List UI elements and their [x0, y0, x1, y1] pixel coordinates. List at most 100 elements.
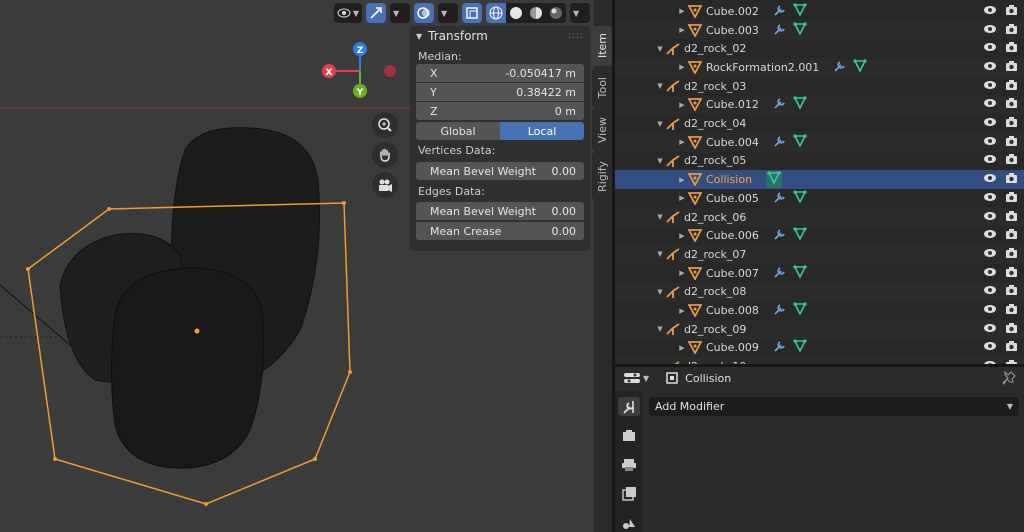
modifier-indicator[interactable]: [773, 265, 787, 282]
outliner-row[interactable]: ▶ Cube.007: [615, 264, 1024, 283]
visibility-toggle[interactable]: [983, 136, 997, 149]
render-toggle[interactable]: [1005, 228, 1018, 243]
tab-view[interactable]: View: [592, 110, 612, 150]
mesh-data-indicator[interactable]: [853, 59, 867, 76]
render-toggle[interactable]: [1005, 210, 1018, 225]
visibility-toggle[interactable]: [983, 61, 997, 74]
edge-mean-crease-field[interactable]: Mean Crease 0.00: [416, 222, 584, 240]
material-shading-button[interactable]: [526, 3, 546, 23]
visibility-toggle[interactable]: [983, 98, 997, 111]
outliner-row[interactable]: ▼ d2_rock_02: [615, 39, 1024, 58]
visibility-toggle[interactable]: [983, 248, 997, 261]
expand-toggle-icon[interactable]: ▼: [655, 250, 665, 258]
pan-button[interactable]: [372, 142, 398, 168]
tab-particles[interactable]: [618, 426, 640, 445]
outliner-row[interactable]: ▶ Cube.005: [615, 189, 1024, 208]
expand-toggle-icon[interactable]: ▼: [655, 213, 665, 221]
drag-handle-icon[interactable]: ::::: [568, 31, 584, 41]
visibility-toggle[interactable]: [983, 117, 997, 130]
expand-toggle-icon[interactable]: ▼: [655, 288, 665, 296]
pin-icon[interactable]: [1002, 371, 1016, 385]
mesh-data-indicator[interactable]: [793, 134, 807, 151]
rendered-shading-button[interactable]: [546, 3, 566, 23]
outliner-row[interactable]: ▶ Cube.004: [615, 132, 1024, 152]
mesh-data-indicator[interactable]: [793, 227, 807, 244]
expand-toggle-icon[interactable]: ▼: [655, 82, 665, 90]
editor-type-dropdown[interactable]: ▼: [623, 371, 649, 385]
outliner-row[interactable]: ▶ Collision: [615, 170, 1024, 189]
median-x-field[interactable]: X -0.050417 m: [416, 64, 584, 82]
3d-viewport[interactable]: Z X Y ▼ ▼ ▼ ▼ ▼ Transform:::: Median: X…: [0, 0, 594, 532]
mesh-data-indicator[interactable]: [793, 190, 807, 207]
visibility-toggle[interactable]: [983, 267, 997, 280]
modifier-indicator[interactable]: [773, 227, 787, 244]
modifier-indicator[interactable]: [773, 339, 787, 356]
expand-toggle-icon[interactable]: ▶: [677, 176, 687, 184]
median-z-field[interactable]: Z 0 m: [416, 102, 584, 120]
transform-panel-header[interactable]: ▼ Transform ::::: [410, 26, 590, 46]
tab-view-layer[interactable]: [618, 484, 640, 503]
visibility-dropdown[interactable]: ▼: [333, 3, 362, 23]
visibility-toggle[interactable]: [983, 229, 997, 242]
xray-toggle-button[interactable]: [462, 3, 482, 23]
render-toggle[interactable]: [1005, 303, 1018, 318]
gizmo-toggle-button[interactable]: [366, 3, 386, 23]
visibility-toggle[interactable]: [983, 285, 997, 298]
outliner-row[interactable]: ▼ d2_rock_03: [615, 77, 1024, 96]
expand-toggle-icon[interactable]: ▶: [677, 26, 687, 34]
gizmo-dropdown[interactable]: ▼: [390, 3, 410, 23]
outliner-row[interactable]: ▶ Cube.003: [615, 20, 1024, 40]
modifier-indicator[interactable]: [773, 190, 787, 207]
render-toggle[interactable]: [1005, 4, 1018, 19]
mesh-data-indicator[interactable]: [793, 339, 807, 356]
outliner-row[interactable]: ▶ Cube.009: [615, 339, 1024, 358]
expand-toggle-icon[interactable]: ▶: [677, 63, 687, 71]
expand-toggle-icon[interactable]: ▼: [655, 325, 665, 333]
modifier-indicator[interactable]: [773, 134, 787, 151]
camera-view-button[interactable]: [372, 172, 398, 198]
modifier-indicator[interactable]: [773, 96, 787, 113]
visibility-toggle[interactable]: [983, 5, 997, 18]
render-toggle[interactable]: [1005, 41, 1018, 56]
visibility-toggle[interactable]: [983, 24, 997, 37]
outliner-row[interactable]: ▼ d2_rock_04: [615, 114, 1024, 133]
outliner-row[interactable]: ▶ Cube.012: [615, 95, 1024, 115]
tab-modifiers[interactable]: [618, 397, 640, 416]
render-toggle[interactable]: [1005, 116, 1018, 131]
solid-shading-button[interactable]: [506, 3, 526, 23]
outliner-row[interactable]: ▼ d2_rock_07: [615, 245, 1024, 264]
visibility-toggle[interactable]: [983, 304, 997, 317]
vertex-mean-bevel-weight-field[interactable]: Mean Bevel Weight 0.00: [416, 162, 584, 180]
expand-toggle-icon[interactable]: ▶: [677, 138, 687, 146]
tab-tool[interactable]: Tool: [592, 69, 612, 107]
outliner-row[interactable]: ▶ Cube.002: [615, 2, 1024, 21]
tab-item[interactable]: Item: [592, 26, 612, 66]
render-toggle[interactable]: [1005, 97, 1018, 112]
global-button[interactable]: Global: [416, 122, 500, 140]
render-toggle[interactable]: [1005, 340, 1018, 355]
outliner-row[interactable]: ▶ Cube.006: [615, 226, 1024, 245]
visibility-toggle[interactable]: [983, 341, 997, 354]
expand-toggle-icon[interactable]: ▼: [655, 157, 665, 165]
render-toggle[interactable]: [1005, 247, 1018, 262]
outliner-row[interactable]: ▼d2_rock_10: [615, 357, 1024, 364]
render-toggle[interactable]: [1005, 284, 1018, 299]
visibility-toggle[interactable]: [983, 42, 997, 55]
visibility-toggle[interactable]: [983, 192, 997, 205]
expand-toggle-icon[interactable]: ▼: [655, 45, 665, 53]
overlays-dropdown[interactable]: ▼: [438, 3, 458, 23]
modifier-indicator[interactable]: [773, 3, 787, 20]
modifier-indicator[interactable]: [773, 22, 787, 39]
outliner-row[interactable]: ▼ d2_rock_05: [615, 152, 1024, 171]
outliner-row[interactable]: ▶ RockFormation2.001: [615, 58, 1024, 77]
mesh-data-indicator[interactable]: [793, 3, 807, 20]
outliner[interactable]: ▶ Cube.002 ▶ Cube.003 ▼ d2_rock_02 ▶ RockFormat…: [615, 0, 1024, 364]
shading-dropdown[interactable]: ▼: [570, 3, 590, 23]
expand-toggle-icon[interactable]: ▶: [677, 7, 687, 15]
outliner-row[interactable]: ▶ Cube.008: [615, 301, 1024, 320]
tab-rigify[interactable]: Rigify: [592, 153, 612, 199]
mesh-data-indicator[interactable]: [793, 96, 807, 113]
mesh-data-indicator[interactable]: [793, 21, 807, 39]
outliner-row[interactable]: ▼ d2_rock_09: [615, 319, 1024, 339]
render-toggle[interactable]: [1005, 191, 1018, 206]
